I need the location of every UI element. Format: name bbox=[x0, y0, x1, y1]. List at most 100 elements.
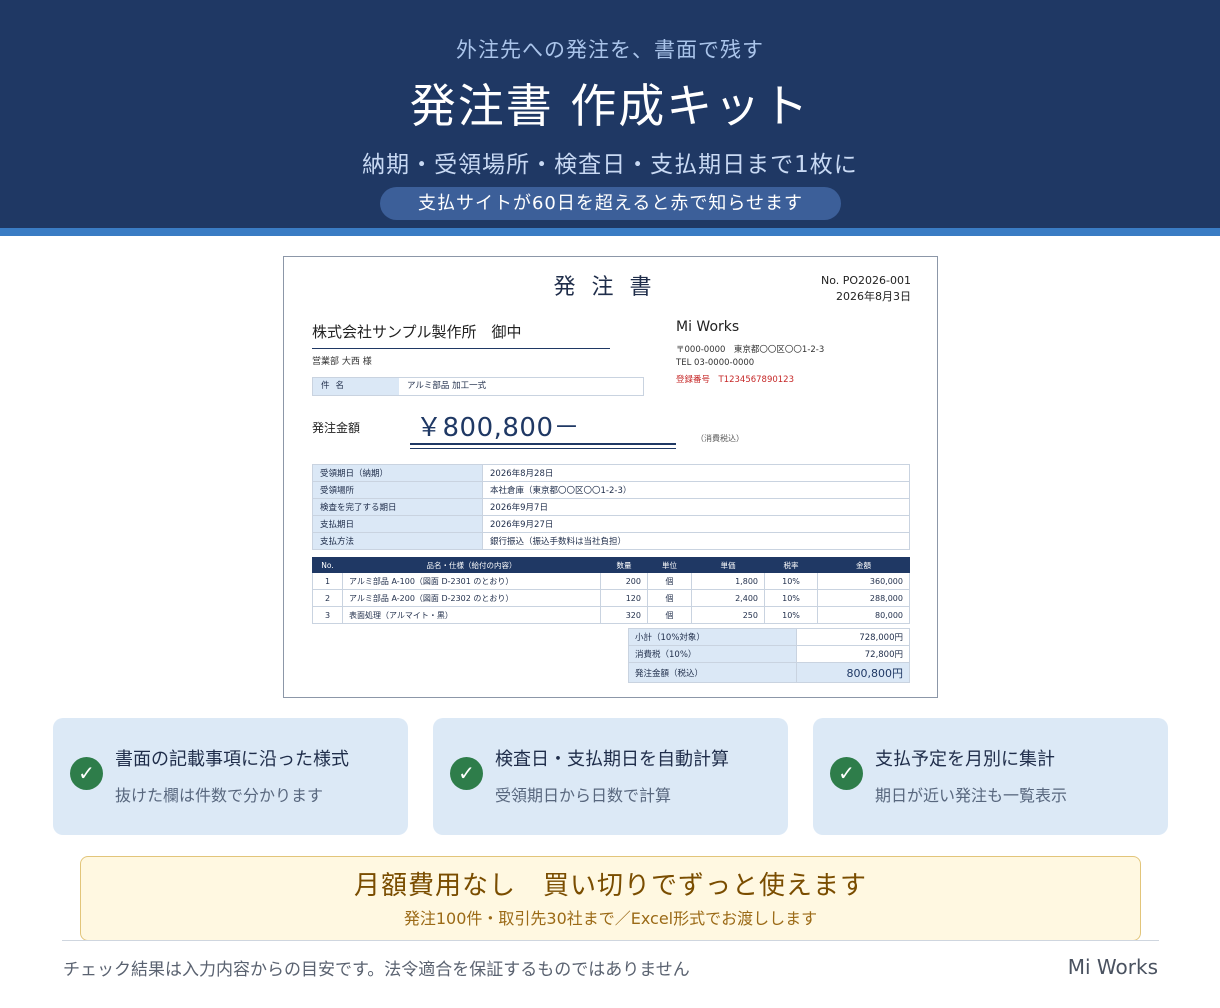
item-tax: 10% bbox=[764, 606, 818, 624]
subtotal-value: 728,000円 bbox=[796, 628, 910, 646]
hero-kicker: 外注先への発注を、書面で残す bbox=[456, 38, 764, 62]
info-value: 2026年8月28日 bbox=[482, 464, 910, 482]
item-price: 2,400 bbox=[691, 589, 765, 607]
footer-divider bbox=[62, 940, 1159, 941]
table-row: 検査を完了する期日 2026年9月7日 bbox=[312, 498, 910, 516]
issuer-registration: 登録番号 T1234567890123 bbox=[676, 375, 794, 385]
subject-label: 件名 bbox=[313, 378, 399, 395]
purchase-order-preview: 発注書 No. PO2026-001 2026年8月3日 株式会社サンプル製作所… bbox=[283, 256, 938, 698]
col-header-tax: 税率 bbox=[764, 557, 818, 573]
subject-row: 件名 アルミ部品 加工一式 bbox=[312, 377, 644, 396]
order-info-table: 受領期日（納期） 2026年8月28日 受領場所 本社倉庫（東京都〇〇区〇〇1-2-… bbox=[312, 464, 910, 550]
issuer-address: 〒000-0000 東京都〇〇区〇〇1-2-3 bbox=[676, 345, 825, 355]
issuer-name: Mi Works bbox=[676, 319, 740, 335]
line-items-table: No. 品名・仕様（給付の内容） 数量 単位 単価 税率 金額 1 アルミ部品 … bbox=[312, 557, 910, 624]
item-tax: 10% bbox=[764, 572, 818, 590]
subtotal-label: 小計（10%対象） bbox=[628, 628, 797, 646]
table-row: 1 アルミ部品 A-100（図面 D-2301 のとおり） 200 個 1,80… bbox=[312, 572, 910, 590]
item-amount: 288,000 bbox=[817, 589, 910, 607]
footer-brand: Mi Works bbox=[1067, 955, 1158, 979]
info-key: 受領期日（納期） bbox=[312, 464, 483, 482]
pricing-banner: 月額費用なし 買い切りでずっと使えます 発注100件・取引先30社まで／Exce… bbox=[80, 856, 1141, 941]
vendor-name: 株式会社サンプル製作所 御中 bbox=[312, 323, 522, 341]
issuer-tel: TEL 03-0000-0000 bbox=[676, 358, 755, 368]
info-value: 本社倉庫（東京都〇〇区〇〇1-2-3） bbox=[482, 481, 910, 499]
footer-disclaimer: チェック結果は入力内容からの目安です。法令適合を保証するものではありません bbox=[63, 960, 690, 980]
info-key: 支払期日 bbox=[312, 515, 483, 533]
item-price: 250 bbox=[691, 606, 765, 624]
hero-pill-badge: 支払サイトが60日を超えると赤で知らせます bbox=[380, 187, 841, 220]
feature-description: 期日が近い発注も一覧表示 bbox=[875, 786, 1068, 805]
check-icon: ✓ bbox=[450, 757, 483, 790]
item-no: 3 bbox=[312, 606, 343, 624]
item-no: 1 bbox=[312, 572, 343, 590]
info-value: 2026年9月27日 bbox=[482, 515, 910, 533]
feature-card-form: ✓ 書面の記載事項に沿った様式 抜けた欄は件数で分かります bbox=[53, 718, 408, 835]
tax-value: 72,800円 bbox=[796, 645, 910, 663]
totals-table: 小計（10%対象） 728,000円 消費税（10%） 72,800円 発注金額（税… bbox=[628, 628, 910, 683]
item-no: 2 bbox=[312, 589, 343, 607]
info-key: 検査を完了する期日 bbox=[312, 498, 483, 516]
feature-card-monthly: ✓ 支払予定を月別に集計 期日が近い発注も一覧表示 bbox=[813, 718, 1168, 835]
tax-label: 消費税（10%） bbox=[628, 645, 797, 663]
item-name: 表面処理（アルマイト・黒） bbox=[342, 606, 601, 624]
hero-subtitle: 納期・受領場所・検査日・支払期日まで1枚に bbox=[362, 152, 858, 178]
doc-number-date: No. PO2026-001 2026年8月3日 bbox=[821, 273, 911, 305]
item-qty: 200 bbox=[600, 572, 648, 590]
feature-title: 書面の記載事項に沿った様式 bbox=[115, 749, 349, 770]
item-unit: 個 bbox=[647, 606, 692, 624]
col-header-name: 品名・仕様（給付の内容） bbox=[342, 557, 601, 573]
amount-underline bbox=[410, 443, 676, 445]
item-amount: 360,000 bbox=[817, 572, 910, 590]
feature-description: 受領期日から日数で計算 bbox=[495, 786, 672, 805]
feature-title: 支払予定を月別に集計 bbox=[875, 749, 1055, 770]
grand-total-value: 800,800円 bbox=[796, 662, 910, 683]
table-row: 支払期日 2026年9月27日 bbox=[312, 515, 910, 533]
item-tax: 10% bbox=[764, 589, 818, 607]
item-unit: 個 bbox=[647, 589, 692, 607]
col-header-no: No. bbox=[312, 557, 343, 573]
table-header-row: No. 品名・仕様（給付の内容） 数量 単位 単価 税率 金額 bbox=[312, 557, 910, 573]
amount-underline-second bbox=[410, 448, 676, 449]
amount-tax-note: （消費税込） bbox=[696, 434, 744, 443]
item-qty: 120 bbox=[600, 589, 648, 607]
vendor-underline bbox=[312, 348, 610, 349]
item-qty: 320 bbox=[600, 606, 648, 624]
doc-number: No. PO2026-001 bbox=[820, 274, 911, 287]
hero-banner: 外注先への発注を、書面で残す 発注書 作成キット 納期・受領場所・検査日・支払期… bbox=[0, 0, 1220, 228]
col-header-unit: 単位 bbox=[647, 557, 692, 573]
table-row: 受領場所 本社倉庫（東京都〇〇区〇〇1-2-3） bbox=[312, 481, 910, 499]
item-amount: 80,000 bbox=[817, 606, 910, 624]
check-icon: ✓ bbox=[70, 757, 103, 790]
item-name: アルミ部品 A-100（図面 D-2301 のとおり） bbox=[342, 572, 601, 590]
table-row: 発注金額（税込） 800,800円 bbox=[628, 662, 910, 683]
col-header-amount: 金額 bbox=[817, 557, 910, 573]
subject-value: アルミ部品 加工一式 bbox=[407, 381, 487, 391]
item-unit: 個 bbox=[647, 572, 692, 590]
amount-value: ￥800,800－ bbox=[416, 413, 581, 443]
table-row: 小計（10%対象） 728,000円 bbox=[628, 628, 910, 646]
item-name: アルミ部品 A-200（図面 D-2302 のとおり） bbox=[342, 589, 601, 607]
vendor-department: 営業部 大西 様 bbox=[312, 357, 372, 367]
feature-card-auto-calc: ✓ 検査日・支払期日を自動計算 受領期日から日数で計算 bbox=[433, 718, 788, 835]
feature-description: 抜けた欄は件数で分かります bbox=[115, 786, 324, 805]
info-key: 受領場所 bbox=[312, 481, 483, 499]
info-key: 支払方法 bbox=[312, 532, 483, 550]
hero-title: 発注書 作成キット bbox=[409, 79, 811, 133]
col-header-qty: 数量 bbox=[600, 557, 648, 573]
table-row: 支払方法 銀行振込（振込手数料は当社負担） bbox=[312, 532, 910, 550]
feature-title: 検査日・支払期日を自動計算 bbox=[495, 749, 729, 770]
pricing-title: 月額費用なし 買い切りでずっと使えます bbox=[353, 871, 867, 901]
info-value: 2026年9月7日 bbox=[482, 498, 910, 516]
grand-total-label: 発注金額（税込） bbox=[628, 662, 797, 683]
hero-stripe bbox=[0, 228, 1220, 236]
pricing-subtitle: 発注100件・取引先30社まで／Excel形式でお渡しします bbox=[403, 909, 818, 928]
table-row: 3 表面処理（アルマイト・黒） 320 個 250 10% 80,000 bbox=[312, 606, 910, 624]
table-row: 2 アルミ部品 A-200（図面 D-2302 のとおり） 120 個 2,40… bbox=[312, 589, 910, 607]
amount-label: 発注金額 bbox=[312, 421, 361, 435]
doc-date: 2026年8月3日 bbox=[836, 290, 911, 303]
table-row: 消費税（10%） 72,800円 bbox=[628, 645, 910, 663]
check-icon: ✓ bbox=[830, 757, 863, 790]
col-header-price: 単価 bbox=[691, 557, 765, 573]
info-value: 銀行振込（振込手数料は当社負担） bbox=[482, 532, 910, 550]
